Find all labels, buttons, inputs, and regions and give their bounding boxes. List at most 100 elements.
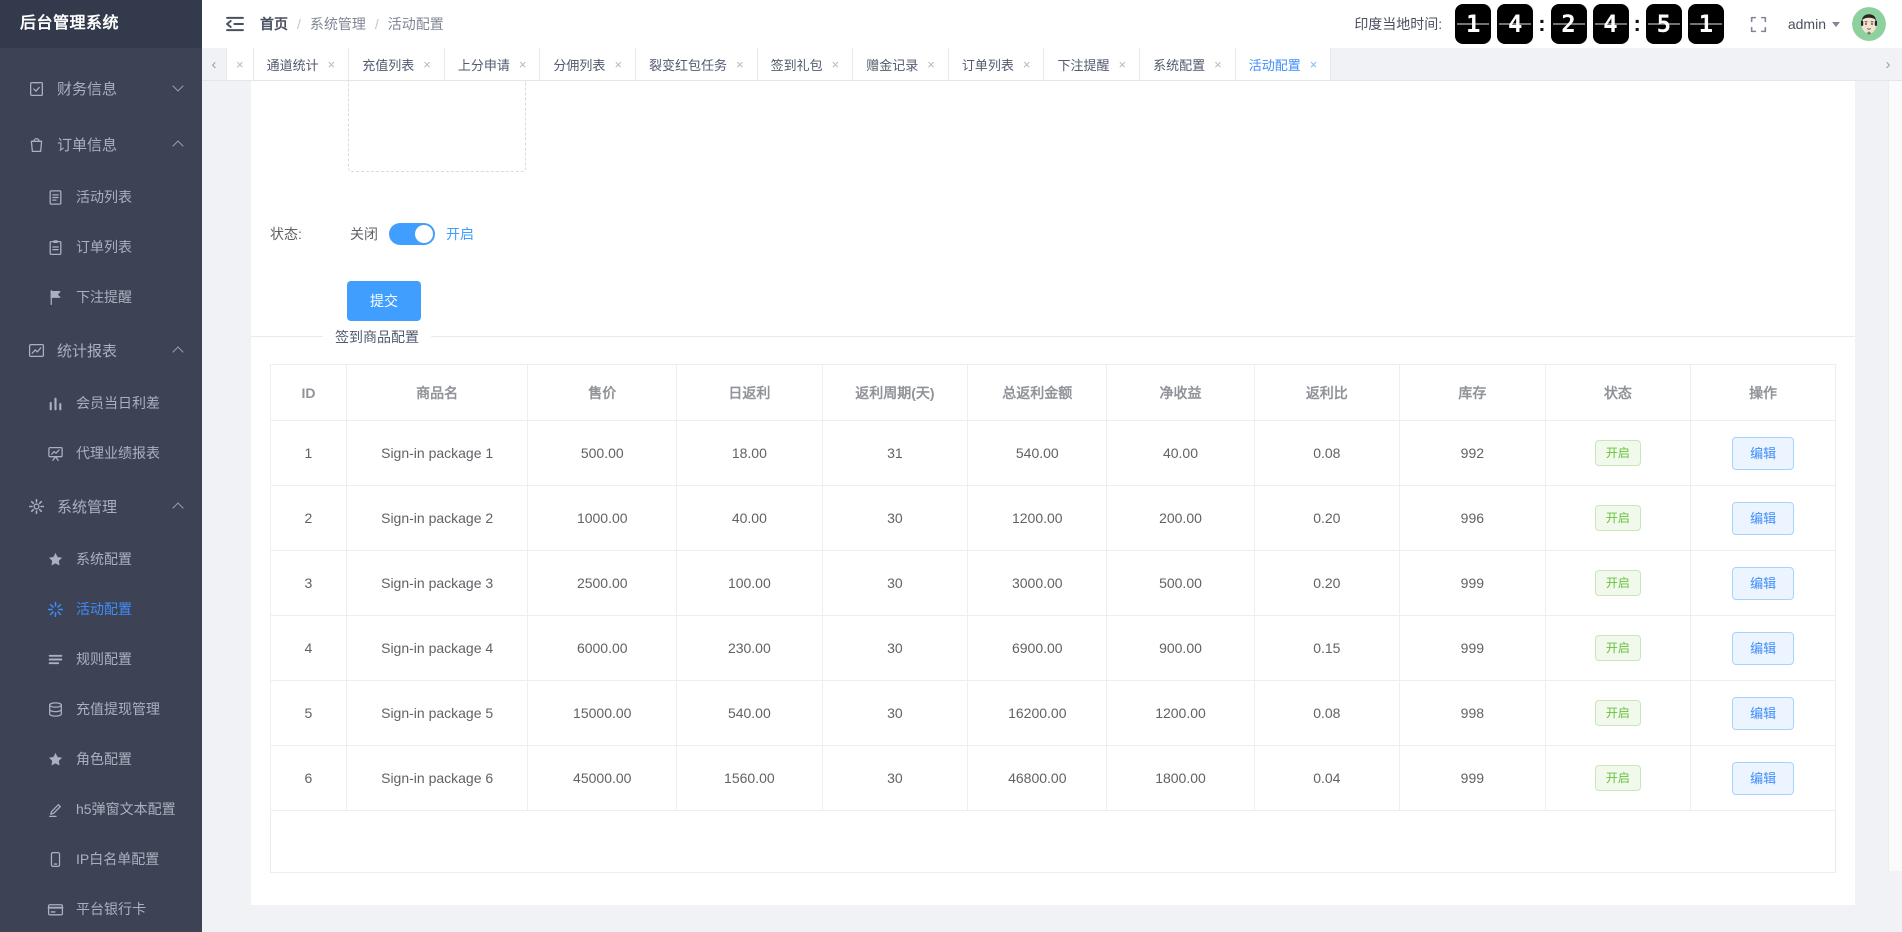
- column-header: 库存: [1399, 364, 1546, 421]
- tab-commission-list[interactable]: 分佣列表 ×: [540, 48, 637, 80]
- image-upload-box[interactable]: [348, 81, 526, 172]
- avatar[interactable]: [1852, 7, 1886, 41]
- edit-button[interactable]: 编辑: [1732, 436, 1795, 470]
- submit-button[interactable]: 提交: [347, 281, 421, 321]
- cell-product-name: Sign-in package 5: [345, 680, 529, 746]
- database-icon: [47, 701, 64, 718]
- clock-label: 印度当地时间:: [1354, 16, 1443, 32]
- sidebar-item-role-config[interactable]: 角色配置: [0, 734, 202, 784]
- cell-product-name: Sign-in package 1: [345, 420, 529, 486]
- table-empty-footer: [270, 810, 1836, 873]
- close-tab-icon[interactable]: ×: [1023, 57, 1031, 72]
- breadcrumb: 首页 / 系统管理 / 活动配置: [260, 14, 444, 34]
- close-tab-icon[interactable]: ×: [1310, 57, 1318, 72]
- tab-clipped[interactable]: ×: [226, 48, 254, 80]
- close-tab-icon[interactable]: ×: [1118, 57, 1126, 72]
- cell-rebate-ratio: 0.08: [1253, 680, 1401, 746]
- edit-button[interactable]: 编辑: [1732, 566, 1795, 600]
- tab-signin-gift[interactable]: 签到礼包 ×: [757, 48, 854, 80]
- star-icon: [47, 551, 64, 568]
- cell-action: 编辑: [1690, 550, 1836, 616]
- sidebar-item-ip-whitelist-config[interactable]: IP白名单配置: [0, 834, 202, 884]
- bar-chart-icon: [47, 395, 64, 412]
- tab-system-config[interactable]: 系统配置 ×: [1140, 48, 1236, 80]
- close-tab-icon[interactable]: ×: [519, 57, 527, 72]
- cell-net-profit: 900.00: [1106, 615, 1255, 681]
- close-tab-icon[interactable]: ×: [423, 57, 431, 72]
- tab-recharge-list[interactable]: 充值列表 ×: [349, 48, 445, 80]
- close-tab-icon[interactable]: ×: [614, 57, 622, 72]
- content-card: 状态: 关闭 开启 提交 签到商品配置 ID 商品名 售价 日返利 返利周期(天) 总返利…: [251, 81, 1855, 905]
- tab-bonus-record[interactable]: 赠金记录 ×: [853, 48, 949, 80]
- sidebar-item-recharge-withdraw-management[interactable]: 充值提现管理: [0, 684, 202, 734]
- cell-price: 2500.00: [527, 550, 678, 616]
- cell-total-rebate: 540.00: [967, 420, 1108, 486]
- breadcrumb-section[interactable]: 系统管理: [310, 14, 366, 34]
- close-tab-icon[interactable]: ×: [1214, 57, 1222, 72]
- column-header: 总返利金额: [967, 364, 1108, 421]
- cell-rebate-period: 30: [821, 680, 969, 746]
- close-tab-icon[interactable]: ×: [736, 57, 744, 72]
- sidebar-item-agent-performance-report[interactable]: 代理业绩报表: [0, 428, 202, 478]
- tab-activity-config[interactable]: 活动配置 ×: [1235, 48, 1332, 80]
- sidebar-item-system-config[interactable]: 系统配置: [0, 534, 202, 584]
- tabs-scroll-right-icon[interactable]: ›: [1876, 48, 1900, 80]
- fullscreen-icon[interactable]: [1749, 15, 1768, 34]
- cell-action: 编辑: [1690, 485, 1836, 551]
- chevron-up-icon: [172, 346, 184, 358]
- gear-icon: [28, 498, 45, 515]
- sidebar-item-stats-report[interactable]: 统计报表: [0, 322, 202, 378]
- chevron-down-icon: [1832, 21, 1840, 27]
- breadcrumb-current: 活动配置: [387, 16, 444, 32]
- shopping-bag-icon: [28, 136, 45, 153]
- tab-score-up-request[interactable]: 上分申请 ×: [444, 48, 541, 80]
- cell-net-profit: 40.00: [1106, 420, 1255, 486]
- toggle-off-label: 关闭: [350, 226, 378, 242]
- status-toggle[interactable]: [389, 223, 435, 245]
- cell-rebate-period: 30: [821, 615, 969, 681]
- status-badge: 开启: [1594, 700, 1641, 726]
- close-tab-icon[interactable]: ×: [927, 57, 935, 72]
- edit-button[interactable]: 编辑: [1732, 631, 1795, 665]
- spark-icon: [47, 601, 64, 618]
- tab-order-list[interactable]: 订单列表 ×: [948, 48, 1045, 80]
- cell-price: 6000.00: [527, 615, 678, 681]
- user-dropdown[interactable]: admin: [1788, 16, 1840, 32]
- table-row: 6 Sign-in package 6 45000.00 1560.00 30 …: [270, 745, 1836, 811]
- sidebar-item-order-list[interactable]: 订单列表: [0, 222, 202, 272]
- sidebar-item-activity-list[interactable]: 活动列表: [0, 172, 202, 222]
- cell-rebate-ratio: 0.15: [1253, 615, 1401, 681]
- cell-daily-rebate: 1560.00: [676, 745, 823, 811]
- tab-fission-red-packet-task[interactable]: 裂变红包任务 ×: [636, 48, 758, 80]
- close-tab-icon[interactable]: ×: [328, 57, 336, 72]
- sidebar-item-system-management[interactable]: 系统管理: [0, 478, 202, 534]
- clock-digit: 1: [1687, 4, 1724, 44]
- sidebar-item-activity-config[interactable]: 活动配置: [0, 584, 202, 634]
- cell-action: 编辑: [1690, 420, 1836, 486]
- sidebar-item-platform-bank-card[interactable]: 平台银行卡: [0, 884, 202, 932]
- edit-button[interactable]: 编辑: [1732, 696, 1795, 730]
- sidebar-item-order-info[interactable]: 订单信息: [0, 116, 202, 172]
- close-tab-icon[interactable]: ×: [236, 57, 244, 72]
- sidebar-item-finance-info[interactable]: 财务信息: [0, 60, 202, 116]
- cell-price: 15000.00: [527, 680, 678, 746]
- tabs-scroll-left-icon[interactable]: ‹: [202, 48, 226, 80]
- sidebar-item-h5-popup-text-config[interactable]: h5弹窗文本配置: [0, 784, 202, 834]
- scrollbar[interactable]: [1888, 81, 1902, 871]
- sidebar-item-rule-config[interactable]: 规则配置: [0, 634, 202, 684]
- column-header: 返利周期(天): [821, 364, 969, 421]
- sidebar-item-member-daily-spread[interactable]: 会员当日利差: [0, 378, 202, 428]
- cell-rebate-period: 30: [821, 550, 969, 616]
- column-header: 返利比: [1253, 364, 1401, 421]
- edit-button[interactable]: 编辑: [1732, 761, 1795, 795]
- sidebar-item-bet-reminder[interactable]: 下注提醒: [0, 272, 202, 322]
- table-row: 3 Sign-in package 3 2500.00 100.00 30 30…: [270, 550, 1836, 616]
- breadcrumb-home[interactable]: 首页: [260, 14, 288, 34]
- cell-id: 3: [270, 550, 347, 616]
- edit-button[interactable]: 编辑: [1732, 501, 1795, 535]
- sidebar: 后台管理系统 财务信息 订单信息 活动列表 订单列表 下注提醒 统计报表 会员当…: [0, 0, 202, 932]
- collapse-sidebar-icon[interactable]: [224, 13, 246, 35]
- tab-bet-reminder[interactable]: 下注提醒 ×: [1044, 48, 1141, 80]
- tab-channel-stats[interactable]: 通道统计 ×: [253, 48, 350, 80]
- close-tab-icon[interactable]: ×: [832, 57, 840, 72]
